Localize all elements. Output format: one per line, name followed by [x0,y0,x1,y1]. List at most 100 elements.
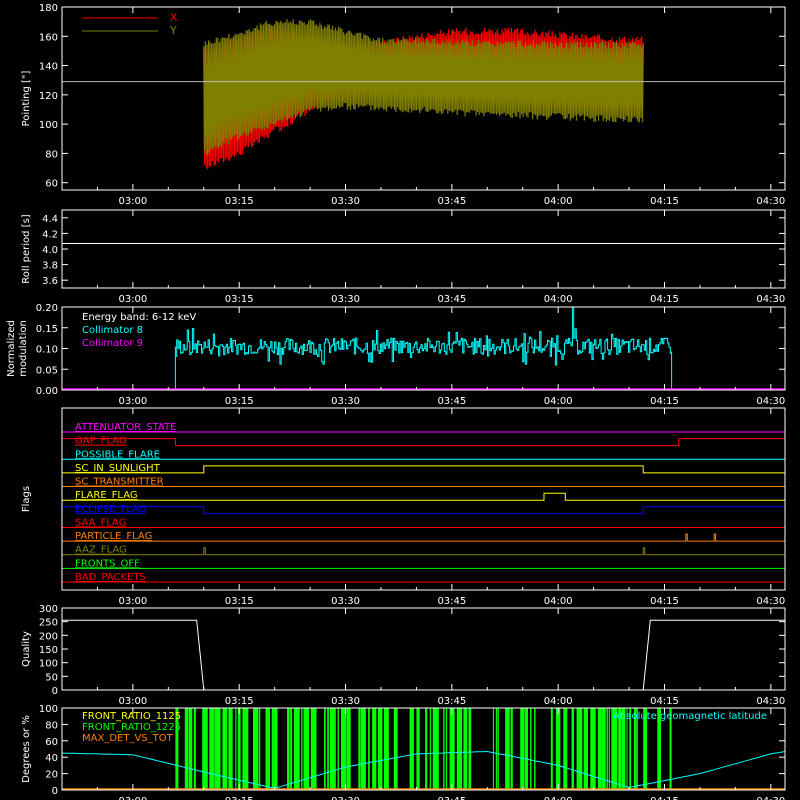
figure: 608010012014016018003:00 03:15 03:30 03:45 0… [6,3,786,800]
legend-label: Collimator 8 [82,325,143,336]
front-ratio-bar [510,708,513,790]
x-tick-label: 04:30 [756,294,785,305]
front-ratio-bar [550,708,553,790]
flag-line-gap-flag [61,438,786,447]
front-ratio-bar [214,708,221,790]
flag-line-sc-in-sunlight [62,465,785,474]
front-ratio-bar [468,708,472,790]
x-tick-label: 03:00 [118,396,147,407]
front-ratio-bar [235,708,237,790]
x-tick-label: 03:15 [225,396,254,407]
y-tick-label: 200 [39,631,58,642]
x-tick-label: 03:00 [118,596,147,607]
x-tick-label: 04:00 [544,196,573,207]
x-tick-label: 03:00 [118,196,147,207]
front-ratio-bar [329,708,336,790]
y-tick-label: 60 [45,737,58,748]
x-tick-label: 03:45 [437,196,466,207]
front-ratio-bar [492,708,494,790]
front-ratio-bar [346,708,351,790]
flag-label: GAP_FLAG [75,436,127,447]
y-tick-label: 4.4 [42,214,58,225]
front-ratio-bar [301,708,303,790]
flag-label: POSSIBLE_FLARE [75,449,160,460]
front-ratio-bar [372,708,377,790]
y-axis-label: Normalized [6,320,17,377]
y-axis-label: Degrees or % [21,715,32,783]
legend-label: MAX_DET_VS_TOT [82,733,174,744]
x-tick-label: 04:30 [756,596,785,607]
energy-band-annotation: Energy band: 6-12 keV [82,312,196,323]
y-tick-label: 150 [39,645,58,656]
front-ratio-bar [495,708,497,790]
front-ratio-bar [237,708,241,790]
front-ratio-bar [290,708,293,790]
y-tick-label: 3.6 [42,276,58,287]
flag-label: SAA_FLAG [75,517,126,528]
front-ratio-bar [327,708,329,790]
front-ratio-bar [293,708,300,790]
flag-label: FRONTS_OFF [75,558,140,569]
x-tick-label: 03:30 [331,596,360,607]
quality-line [62,619,785,691]
panel-modulation: 0.00 0.05 0.10 0.15 0.20 03:00 03:15 03:30 03:45… [6,303,786,407]
y-axis-label: Flags [21,486,32,512]
flag-line-aaz-flag [62,547,785,556]
x-tick-label: 04:00 [544,396,573,407]
front-ratio-bar [193,708,196,790]
x-tick-label: 04:30 [756,196,785,207]
front-ratio-bar [337,708,339,790]
flag-line-particle-flag [62,533,785,542]
legend-label: FRONT_RATIO_1225 [82,722,181,733]
y-tick-label: 0.05 [36,365,58,376]
y-tick-label: 80 [45,720,58,731]
front-ratio-bar [425,708,428,790]
front-ratio-bar [463,708,468,790]
y-tick-label: 300 [39,604,58,615]
front-ratio-bar [606,708,608,790]
front-ratio-bar [524,708,528,790]
x-tick-label: 03:15 [225,696,254,707]
y-tick-label: 0.10 [36,345,58,356]
panel-flags: ATTENUATOR_STATE GAP_FLAG POSSIBLE_FLARE SC… [21,407,786,607]
y-tick-label: 40 [45,753,58,764]
x-tick-label: 04:00 [544,294,573,305]
y-tick-label: 100 [39,120,58,131]
y-tick-label: 20 [45,770,58,781]
y-tick-label: 0.00 [36,386,58,397]
x-tick-label: 03:15 [225,796,254,800]
flag-line-flare-flag [62,492,785,501]
x-tick-label: 04:30 [756,796,785,800]
flag-label: BAD_PACKETS [75,572,146,583]
x-tick-label: 03:45 [437,796,466,800]
x-tick-label: 03:45 [437,294,466,305]
x-tick-label: 03:30 [331,696,360,707]
front-ratio-bar [608,708,610,790]
x-tick-label: 03:30 [331,294,360,305]
front-ratio-bar [287,708,290,790]
front-ratio-bar [184,708,189,790]
y-tick-label: 250 [39,618,58,629]
front-ratio-bar [443,708,445,790]
front-ratio-bar [530,708,532,790]
front-ratio-bar [341,708,347,790]
y-tick-label: 60 [45,179,58,190]
y-tick-label: 4.2 [42,229,58,240]
front-ratio-bar [368,708,370,790]
y-tick-label: 120 [39,91,58,102]
front-ratio-bar [259,708,261,790]
legend-label: Collimator 9 [82,338,143,349]
x-tick-label: 03:30 [331,396,360,407]
front-ratio-bar [209,708,215,790]
front-ratio-bar [188,708,193,790]
axes-frame [61,407,786,591]
panel-ratios: 0 20 40 60 80 100 03:00 03:15 03:30 03:45 04:00 04:… [21,704,786,800]
x-tick-label: 03:15 [225,196,254,207]
x-tick-label: 03:30 [331,796,360,800]
front-ratio-bar [571,708,574,790]
x-tick-label: 03:00 [118,796,147,800]
legend-label: FRONT_RATIO_1125 [82,711,181,722]
axes-frame [61,209,786,289]
front-ratio-bar [576,708,583,790]
x-tick-label: 04:00 [544,696,573,707]
